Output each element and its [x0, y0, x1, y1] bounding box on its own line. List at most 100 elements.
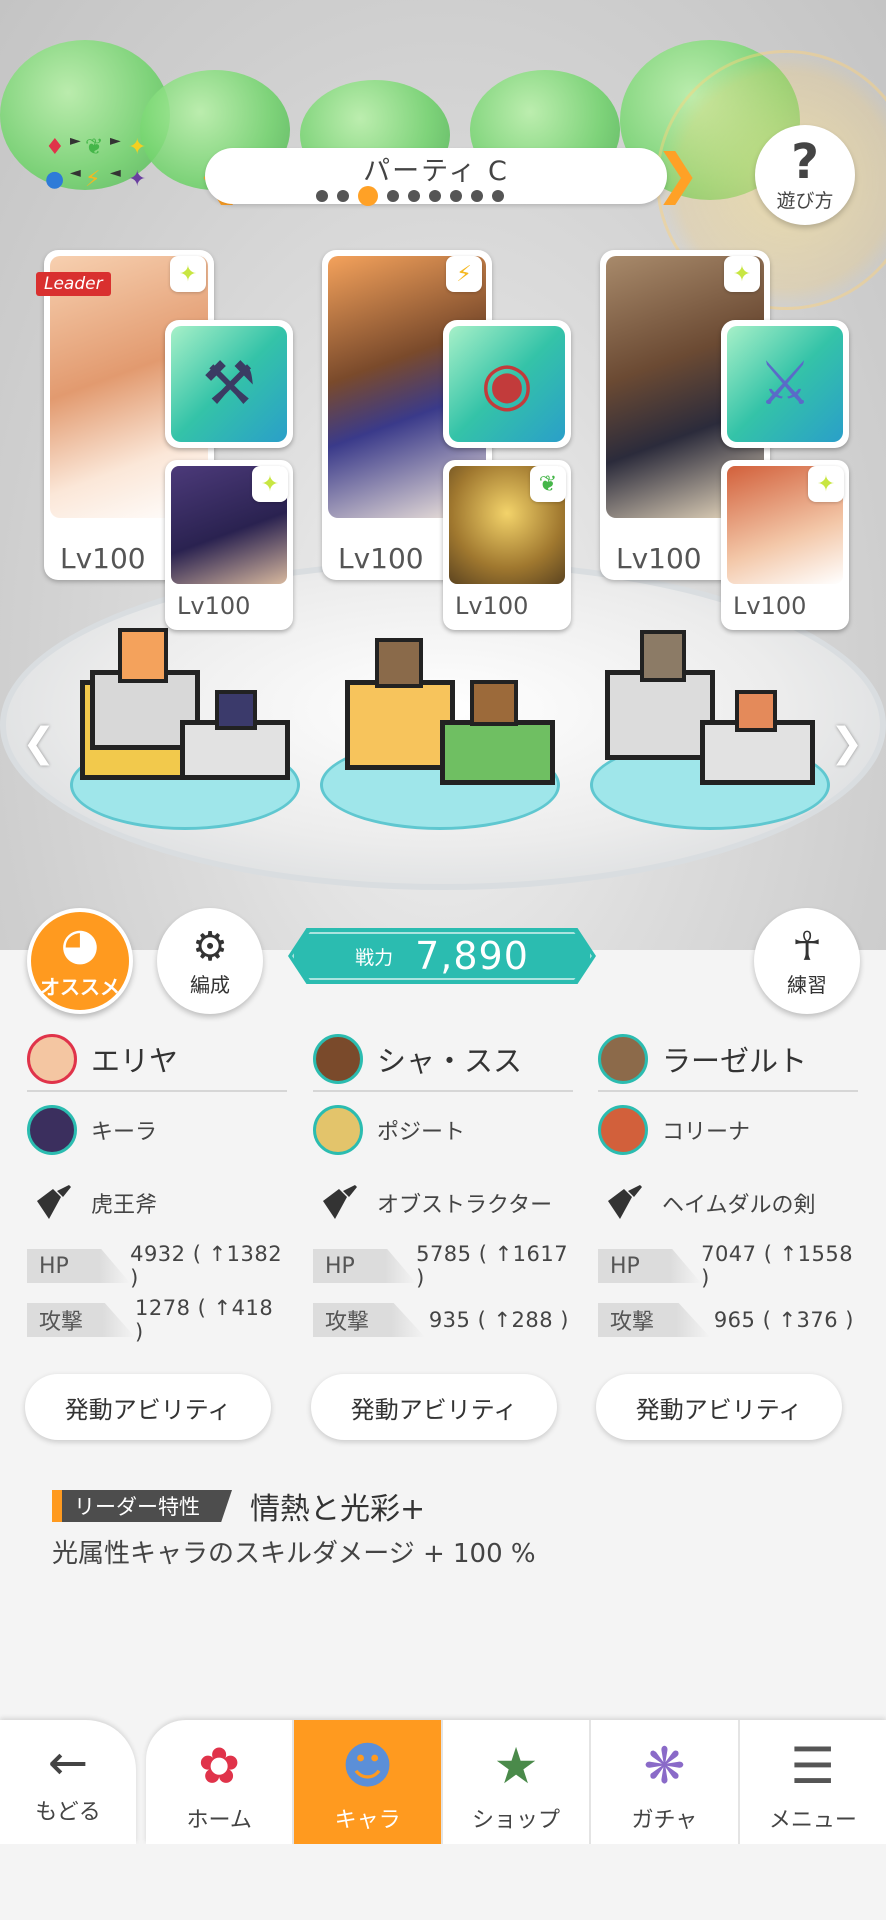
recommend-label: オススメ — [40, 975, 120, 999]
hp-label: HP — [598, 1249, 702, 1283]
page-dot-active[interactable] — [358, 186, 378, 206]
scene-left-arrow[interactable]: ❮ — [22, 720, 56, 766]
back-button[interactable]: ← もどる — [0, 1720, 136, 1844]
nav-label: メニュー — [768, 1808, 857, 1833]
nav-item-menu[interactable]: ☰ メニュー — [737, 1720, 886, 1844]
main-character-row[interactable]: ラーゼルト — [598, 1028, 858, 1092]
weapon-icon — [608, 1185, 642, 1219]
help-button[interactable]: ? 遊び方 — [755, 125, 855, 225]
attack-value: 1278 ( ↑418 ) — [135, 1296, 274, 1344]
ability-button[interactable]: 発動アビリティ — [311, 1374, 557, 1440]
weapon-row[interactable]: 虎王斧 — [27, 1168, 287, 1238]
element-chart-icon[interactable]: ♦ ► ❦ ► ✦ ● ◄ ⚡ ◄ ✦ — [40, 133, 160, 205]
attack-label: 攻撃 — [27, 1303, 136, 1337]
weapon-icon — [37, 1185, 71, 1219]
chibi-sprite[interactable] — [118, 628, 168, 683]
ability-button[interactable]: 発動アビリティ — [596, 1374, 842, 1440]
main-character-name: エリヤ — [91, 1044, 179, 1078]
weapon-icon — [323, 1185, 357, 1219]
avatar — [313, 1034, 363, 1084]
weapon-card[interactable]: ◉ — [443, 320, 571, 448]
hp-row: HP 5785 ( ↑1617 ) — [313, 1240, 573, 1292]
ability-button[interactable]: 発動アビリティ — [25, 1374, 271, 1440]
chibi-sprite[interactable] — [375, 638, 423, 688]
sparkle-icon: ✦ — [170, 256, 206, 292]
formation-label: 編成 — [190, 972, 230, 997]
attack-row: 攻撃 965 ( ↑376 ) — [598, 1294, 858, 1346]
weapon-card[interactable]: ⚔ — [721, 320, 849, 448]
main-character-row[interactable]: シャ・スス — [313, 1028, 573, 1092]
avatar — [27, 1034, 77, 1084]
nav-bar: ✿ ホーム ☻ キャラ ★ ショップ ❋ ガチャ ☰ メニュー — [146, 1720, 886, 1844]
attack-row: 攻撃 1278 ( ↑418 ) — [27, 1294, 287, 1346]
power-border — [292, 932, 592, 980]
weapon-name: オブストラクター — [377, 1193, 553, 1218]
party-next-arrow[interactable]: ❯ — [655, 146, 700, 202]
pixel-block — [605, 670, 715, 760]
sub-character-row[interactable]: コリーナ — [598, 1092, 858, 1168]
sub-character-level: Lv100 — [177, 592, 251, 620]
menu-icon: ☰ — [790, 1737, 836, 1795]
nav-item-home[interactable]: ✿ ホーム — [146, 1720, 292, 1844]
leaf-icon: ❦ — [530, 466, 566, 502]
axe-icon: ⚒ — [171, 326, 287, 442]
weapon-card[interactable]: ⚒ — [165, 320, 293, 448]
party-title: パーティ C — [363, 155, 509, 187]
attack-label: 攻撃 — [313, 1303, 425, 1337]
weapon-row[interactable]: ヘイムダルの剣 — [598, 1168, 858, 1238]
shop-icon: ★ — [493, 1737, 539, 1795]
avatar — [27, 1105, 77, 1155]
bottom-navigation: ← もどる ✿ ホーム ☻ キャラ ★ ショップ ❋ ガチャ ☰ メニュー — [0, 1718, 886, 1920]
hp-value: 4932 ( ↑1382 ) — [130, 1242, 283, 1290]
home-icon: ✿ — [198, 1737, 241, 1795]
sparkle-icon: ✦ — [808, 466, 844, 502]
weapon-name: 虎王斧 — [91, 1193, 158, 1218]
scene-right-arrow[interactable]: ❯ — [830, 720, 864, 766]
page-dot[interactable] — [387, 190, 399, 202]
formation-button[interactable]: ⚙ 編成 — [157, 908, 263, 1014]
question-icon: ? — [791, 133, 819, 190]
character-info-column: エリヤ キーラ 虎王斧 HP 4932 ( ↑1382 ) 攻撃 1278 ( … — [27, 1028, 287, 1346]
attack-row: 攻撃 935 ( ↑288 ) — [313, 1294, 573, 1346]
pixel-block — [345, 680, 455, 770]
formation-icon: ⚙ — [192, 923, 228, 970]
sword-icon: ⚔ — [727, 326, 843, 442]
sub-character-name: キーラ — [91, 1120, 158, 1145]
page-dot[interactable] — [450, 190, 462, 202]
chibi-sprite[interactable] — [470, 680, 518, 726]
nav-item-gacha[interactable]: ❋ ガチャ — [589, 1720, 737, 1844]
party-page-dots — [316, 186, 504, 206]
main-character-row[interactable]: エリヤ — [27, 1028, 287, 1092]
page-dot[interactable] — [337, 190, 349, 202]
sub-character-name: ポジート — [377, 1120, 466, 1145]
nav-item-character[interactable]: ☻ キャラ — [292, 1720, 441, 1844]
hp-label: HP — [27, 1249, 131, 1283]
recommend-button[interactable]: ◕ オススメ — [27, 908, 133, 1014]
main-character-name: ラーゼルト — [662, 1044, 808, 1078]
leader-trait-name: 情熱と光彩+ — [250, 1492, 426, 1527]
back-label: もどる — [35, 1800, 101, 1825]
sub-character-row[interactable]: ポジート — [313, 1092, 573, 1168]
chibi-sprite[interactable] — [735, 690, 777, 732]
nav-item-shop[interactable]: ★ ショップ — [440, 1720, 589, 1844]
page-dot[interactable] — [429, 190, 441, 202]
sub-character-row[interactable]: キーラ — [27, 1092, 287, 1168]
page-dot[interactable] — [408, 190, 420, 202]
scarecrow-icon: ☥ — [792, 923, 822, 970]
nav-label: ホーム — [186, 1808, 252, 1833]
page-dot[interactable] — [316, 190, 328, 202]
character-level: Lv100 — [616, 542, 702, 575]
chibi-sprite[interactable] — [215, 690, 257, 730]
sparkle-icon: ✦ — [724, 256, 760, 292]
leader-trait-description: 光属性キャラのスキルダメージ + 100 % — [52, 1539, 536, 1569]
page-dot[interactable] — [492, 190, 504, 202]
character-level: Lv100 — [338, 542, 424, 575]
hp-row: HP 7047 ( ↑1558 ) — [598, 1240, 858, 1292]
page-dot[interactable] — [471, 190, 483, 202]
chibi-sprite[interactable] — [640, 630, 686, 682]
sub-character-level: Lv100 — [733, 592, 807, 620]
practice-button[interactable]: ☥ 練習 — [754, 908, 860, 1014]
weapon-row[interactable]: オブストラクター — [313, 1168, 573, 1238]
practice-label: 練習 — [787, 972, 827, 997]
character-info-column: シャ・スス ポジート オブストラクター HP 5785 ( ↑1617 ) 攻撃… — [313, 1028, 573, 1346]
